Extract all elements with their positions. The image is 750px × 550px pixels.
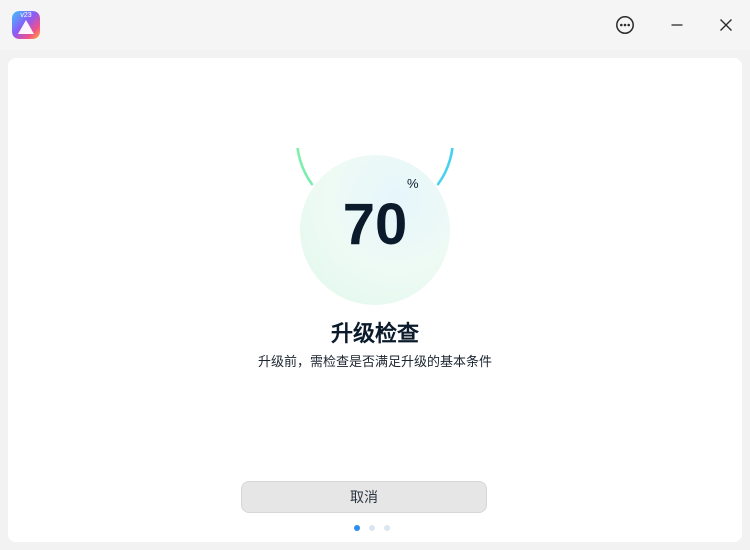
app-version-label: v23 (20, 12, 32, 19)
main-panel: 70 % 升级检查 升级前，需检查是否满足升级的基本条件 取消 (8, 58, 742, 542)
close-button[interactable] (711, 10, 741, 40)
progress-ring: 70 % (293, 148, 457, 312)
page-subtitle: 升级前，需检查是否满足升级的基本条件 (257, 355, 492, 370)
page-title: 升级检查 (330, 322, 419, 347)
minimize-icon (671, 24, 683, 26)
progress-value: 70 (342, 192, 408, 257)
page-indicator (354, 525, 390, 531)
more-horizontal-icon (616, 16, 634, 34)
progress-unit: % (407, 176, 419, 191)
page-dot[interactable] (369, 525, 375, 531)
title-bar: v23 (0, 0, 750, 50)
page-dot[interactable] (354, 525, 360, 531)
menu-button[interactable] (610, 10, 640, 40)
page-dot[interactable] (384, 525, 390, 531)
minimize-button[interactable] (662, 10, 692, 40)
app-icon: v23 (12, 11, 40, 39)
cancel-button[interactable]: 取消 (241, 481, 487, 513)
close-icon (720, 19, 732, 31)
